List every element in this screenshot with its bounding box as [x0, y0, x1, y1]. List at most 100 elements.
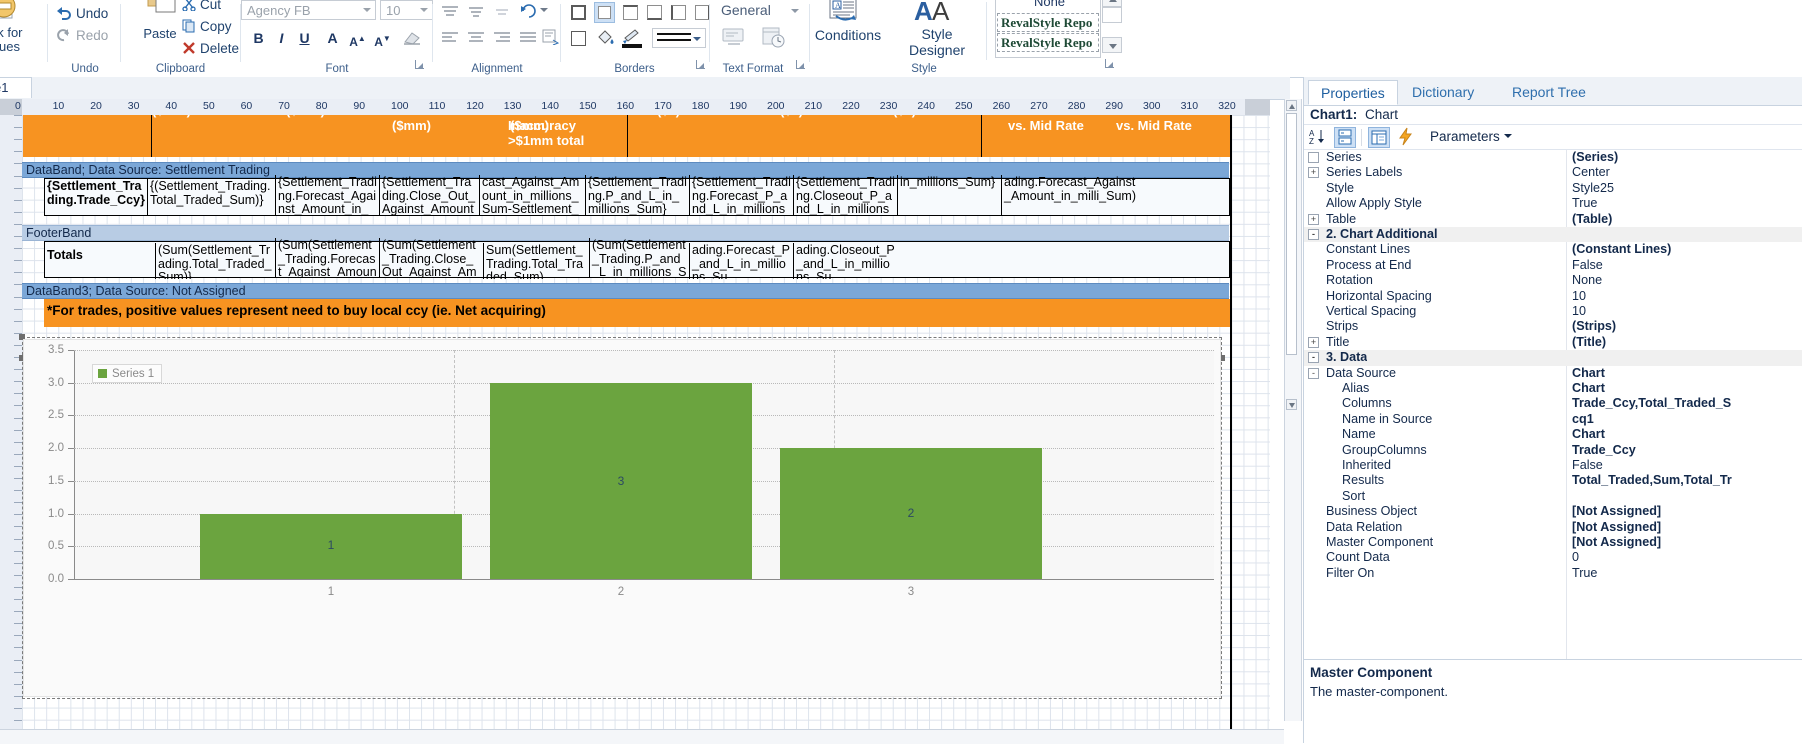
property-value[interactable]: Chart — [1572, 381, 1802, 396]
note-band-orange[interactable]: *For trades, positive values represent n… — [44, 299, 1230, 327]
scroll-up-button[interactable] — [1286, 100, 1297, 111]
report-page[interactable]: ($mm) ($mm) Traded P-L($mm) Traded($mm) … — [19, 115, 1270, 743]
expander-icon[interactable] — [1308, 383, 1317, 392]
text-format-datetime-icon[interactable] — [761, 26, 787, 51]
expander-icon[interactable] — [1308, 506, 1317, 516]
property-value[interactable]: 0 — [1572, 550, 1802, 565]
band2-cell-6[interactable]: ading.Forecast_P_and_L_in_millions_Su — [689, 243, 793, 279]
property-value[interactable]: Center — [1572, 165, 1802, 180]
property-row[interactable]: Allow Apply Style True — [1304, 196, 1802, 211]
property-value[interactable]: None — [1572, 273, 1802, 288]
property-row[interactable]: Alias Chart — [1304, 381, 1802, 396]
band2-cell-2[interactable]: (Sum(Settlement_Trading.Forecast_Against… — [275, 238, 379, 278]
band1-cell-9[interactable]: ading.Forecast_Against_Amount_in_milli_S… — [1001, 175, 1141, 215]
fill-color-icon[interactable] — [595, 28, 617, 53]
expander-icon[interactable] — [1308, 537, 1317, 546]
band1-cell-8[interactable]: in_millions_Sum} — [897, 175, 1001, 215]
property-row[interactable]: Results Total_Traded,Sum,Total_Tr — [1304, 473, 1802, 488]
expander-icon[interactable] — [1308, 198, 1317, 208]
property-value[interactable]: [Not Assigned] — [1572, 504, 1802, 519]
collapse-icon[interactable]: - — [1308, 352, 1319, 364]
font-size-combo[interactable]: 10 — [380, 0, 433, 20]
scroll-thumb[interactable] — [1286, 113, 1297, 355]
font-color-button[interactable]: A — [322, 28, 343, 49]
italic-button[interactable]: I — [271, 28, 292, 49]
property-row[interactable]: Sort — [1304, 489, 1802, 504]
border-outline-button[interactable] — [568, 28, 589, 49]
text-rotation-icon[interactable] — [520, 2, 538, 21]
property-row[interactable]: Business Object [Not Assigned] — [1304, 504, 1802, 519]
header-band-orange[interactable]: ($mm) ($mm) Traded P-L($mm) Traded($mm) … — [23, 115, 1230, 157]
expander-icon[interactable] — [1308, 275, 1317, 285]
property-row[interactable]: Name Chart — [1304, 427, 1802, 442]
property-value[interactable]: cq1 — [1572, 412, 1802, 427]
parameters-dropdown[interactable]: Parameters — [1430, 129, 1512, 144]
property-row[interactable]: Process at End False — [1304, 258, 1802, 273]
cut-button[interactable]: Cut — [182, 0, 221, 14]
property-row[interactable]: Rotation None — [1304, 273, 1802, 288]
property-value[interactable]: (Table) — [1572, 212, 1802, 227]
expander-icon[interactable] — [1308, 429, 1317, 439]
band2-cell-3[interactable]: (Sum(Settlement_Trading.Close_Out_Agains… — [379, 238, 483, 278]
expander-icon[interactable] — [1308, 290, 1317, 300]
expander-icon[interactable]: + — [1308, 336, 1319, 348]
property-value[interactable]: (Series) — [1572, 150, 1802, 165]
underline-button[interactable]: U — [294, 28, 315, 49]
align-center-icon[interactable] — [466, 30, 486, 47]
property-row[interactable]: GroupColumns Trade_Ccy — [1304, 443, 1802, 458]
band1-cell-4[interactable]: cast_Against_Amount_in_millions_Sum-Sett… — [479, 175, 585, 215]
property-row[interactable]: Master Component [Not Assigned] — [1304, 535, 1802, 550]
band1-cell-6[interactable]: {Settlement_Trading.Forecast_P_and_L_in_… — [689, 175, 793, 215]
band2-cell-0[interactable]: Totals — [45, 248, 155, 278]
align-top-icon[interactable] — [440, 4, 460, 21]
property-category-row[interactable]: - 2. Chart Additional — [1304, 227, 1802, 243]
text-direction-icon[interactable] — [542, 29, 560, 48]
property-row[interactable]: Vertical Spacing 10 — [1304, 304, 1802, 319]
show-properties-button[interactable] — [1368, 127, 1390, 148]
style-gallery-item-2[interactable]: RevalStyle Repo — [997, 33, 1099, 52]
property-row[interactable]: Series (Series) — [1304, 150, 1802, 165]
band1-cell-7[interactable]: {Settlement_Trading.Closeout_P_and_L_in_… — [793, 175, 897, 215]
band1-cell-0[interactable]: {Settlement_Trading.Trade_Ccy} — [45, 179, 147, 215]
align-right-icon[interactable] — [492, 30, 512, 47]
expander-icon[interactable] — [1308, 460, 1317, 469]
text-format-combo[interactable]: General — [715, 0, 805, 22]
expander-icon[interactable] — [1308, 306, 1317, 315]
chart-legend[interactable]: Series 1 — [92, 364, 163, 383]
show-events-button[interactable] — [1396, 127, 1418, 148]
property-row[interactable]: Count Data 0 — [1304, 550, 1802, 565]
text-rotation-chevron-icon[interactable] — [540, 8, 548, 12]
collapse-icon[interactable]: - — [1308, 229, 1319, 240]
font-name-combo[interactable]: Agency FB — [241, 0, 376, 20]
border-style-combo[interactable] — [652, 28, 706, 48]
delete-button[interactable]: Delete — [182, 41, 239, 58]
style-dialog-launcher[interactable] — [1104, 58, 1115, 69]
property-value[interactable]: True — [1572, 196, 1802, 211]
grow-font-button[interactable]: A▲ — [347, 28, 368, 49]
copy-button[interactable]: Copy — [182, 19, 232, 36]
vertical-ruler[interactable] — [0, 115, 23, 743]
band1-cell-5[interactable]: {Settlement_Trading.P_and_L_in_millions_… — [585, 175, 689, 215]
property-row[interactable]: Style Style25 — [1304, 181, 1802, 196]
property-value[interactable]: False — [1572, 458, 1802, 473]
expander-icon[interactable] — [1308, 152, 1319, 163]
property-row[interactable]: Columns Trade_Ccy,Total_Traded_S — [1304, 396, 1802, 411]
chart-component[interactable]: 3.5 3.0 2.5 2.0 1.5 1.0 0.5 0.0 1 3 2 1 … — [23, 339, 1221, 697]
property-value[interactable]: (Title) — [1572, 335, 1802, 350]
property-value[interactable]: (Strips) — [1572, 319, 1802, 334]
property-value[interactable]: [Not Assigned] — [1572, 535, 1802, 550]
expander-icon[interactable]: + — [1308, 167, 1319, 179]
property-row[interactable]: - Data Source Chart — [1304, 366, 1802, 381]
undo-button[interactable]: Undo — [56, 6, 108, 23]
expander-icon[interactable] — [1308, 182, 1317, 192]
property-value[interactable]: (Constant Lines) — [1572, 242, 1802, 257]
band-header-databand3[interactable]: DataBand3; Data Source: Not Assigned — [22, 283, 1229, 299]
canvas-vertical-scrollbar[interactable] — [1284, 99, 1302, 721]
expander-icon[interactable] — [1308, 475, 1317, 485]
property-value[interactable]: 10 — [1572, 289, 1802, 304]
property-value[interactable]: Chart — [1572, 366, 1802, 381]
style-gallery-scroll-up[interactable] — [1102, 0, 1122, 7]
property-row[interactable]: + Series Labels Center — [1304, 165, 1802, 180]
tab-properties[interactable]: Properties — [1308, 80, 1398, 105]
report-design-canvas[interactable]: ($mm) ($mm) Traded P-L($mm) Traded($mm) … — [0, 115, 1270, 743]
